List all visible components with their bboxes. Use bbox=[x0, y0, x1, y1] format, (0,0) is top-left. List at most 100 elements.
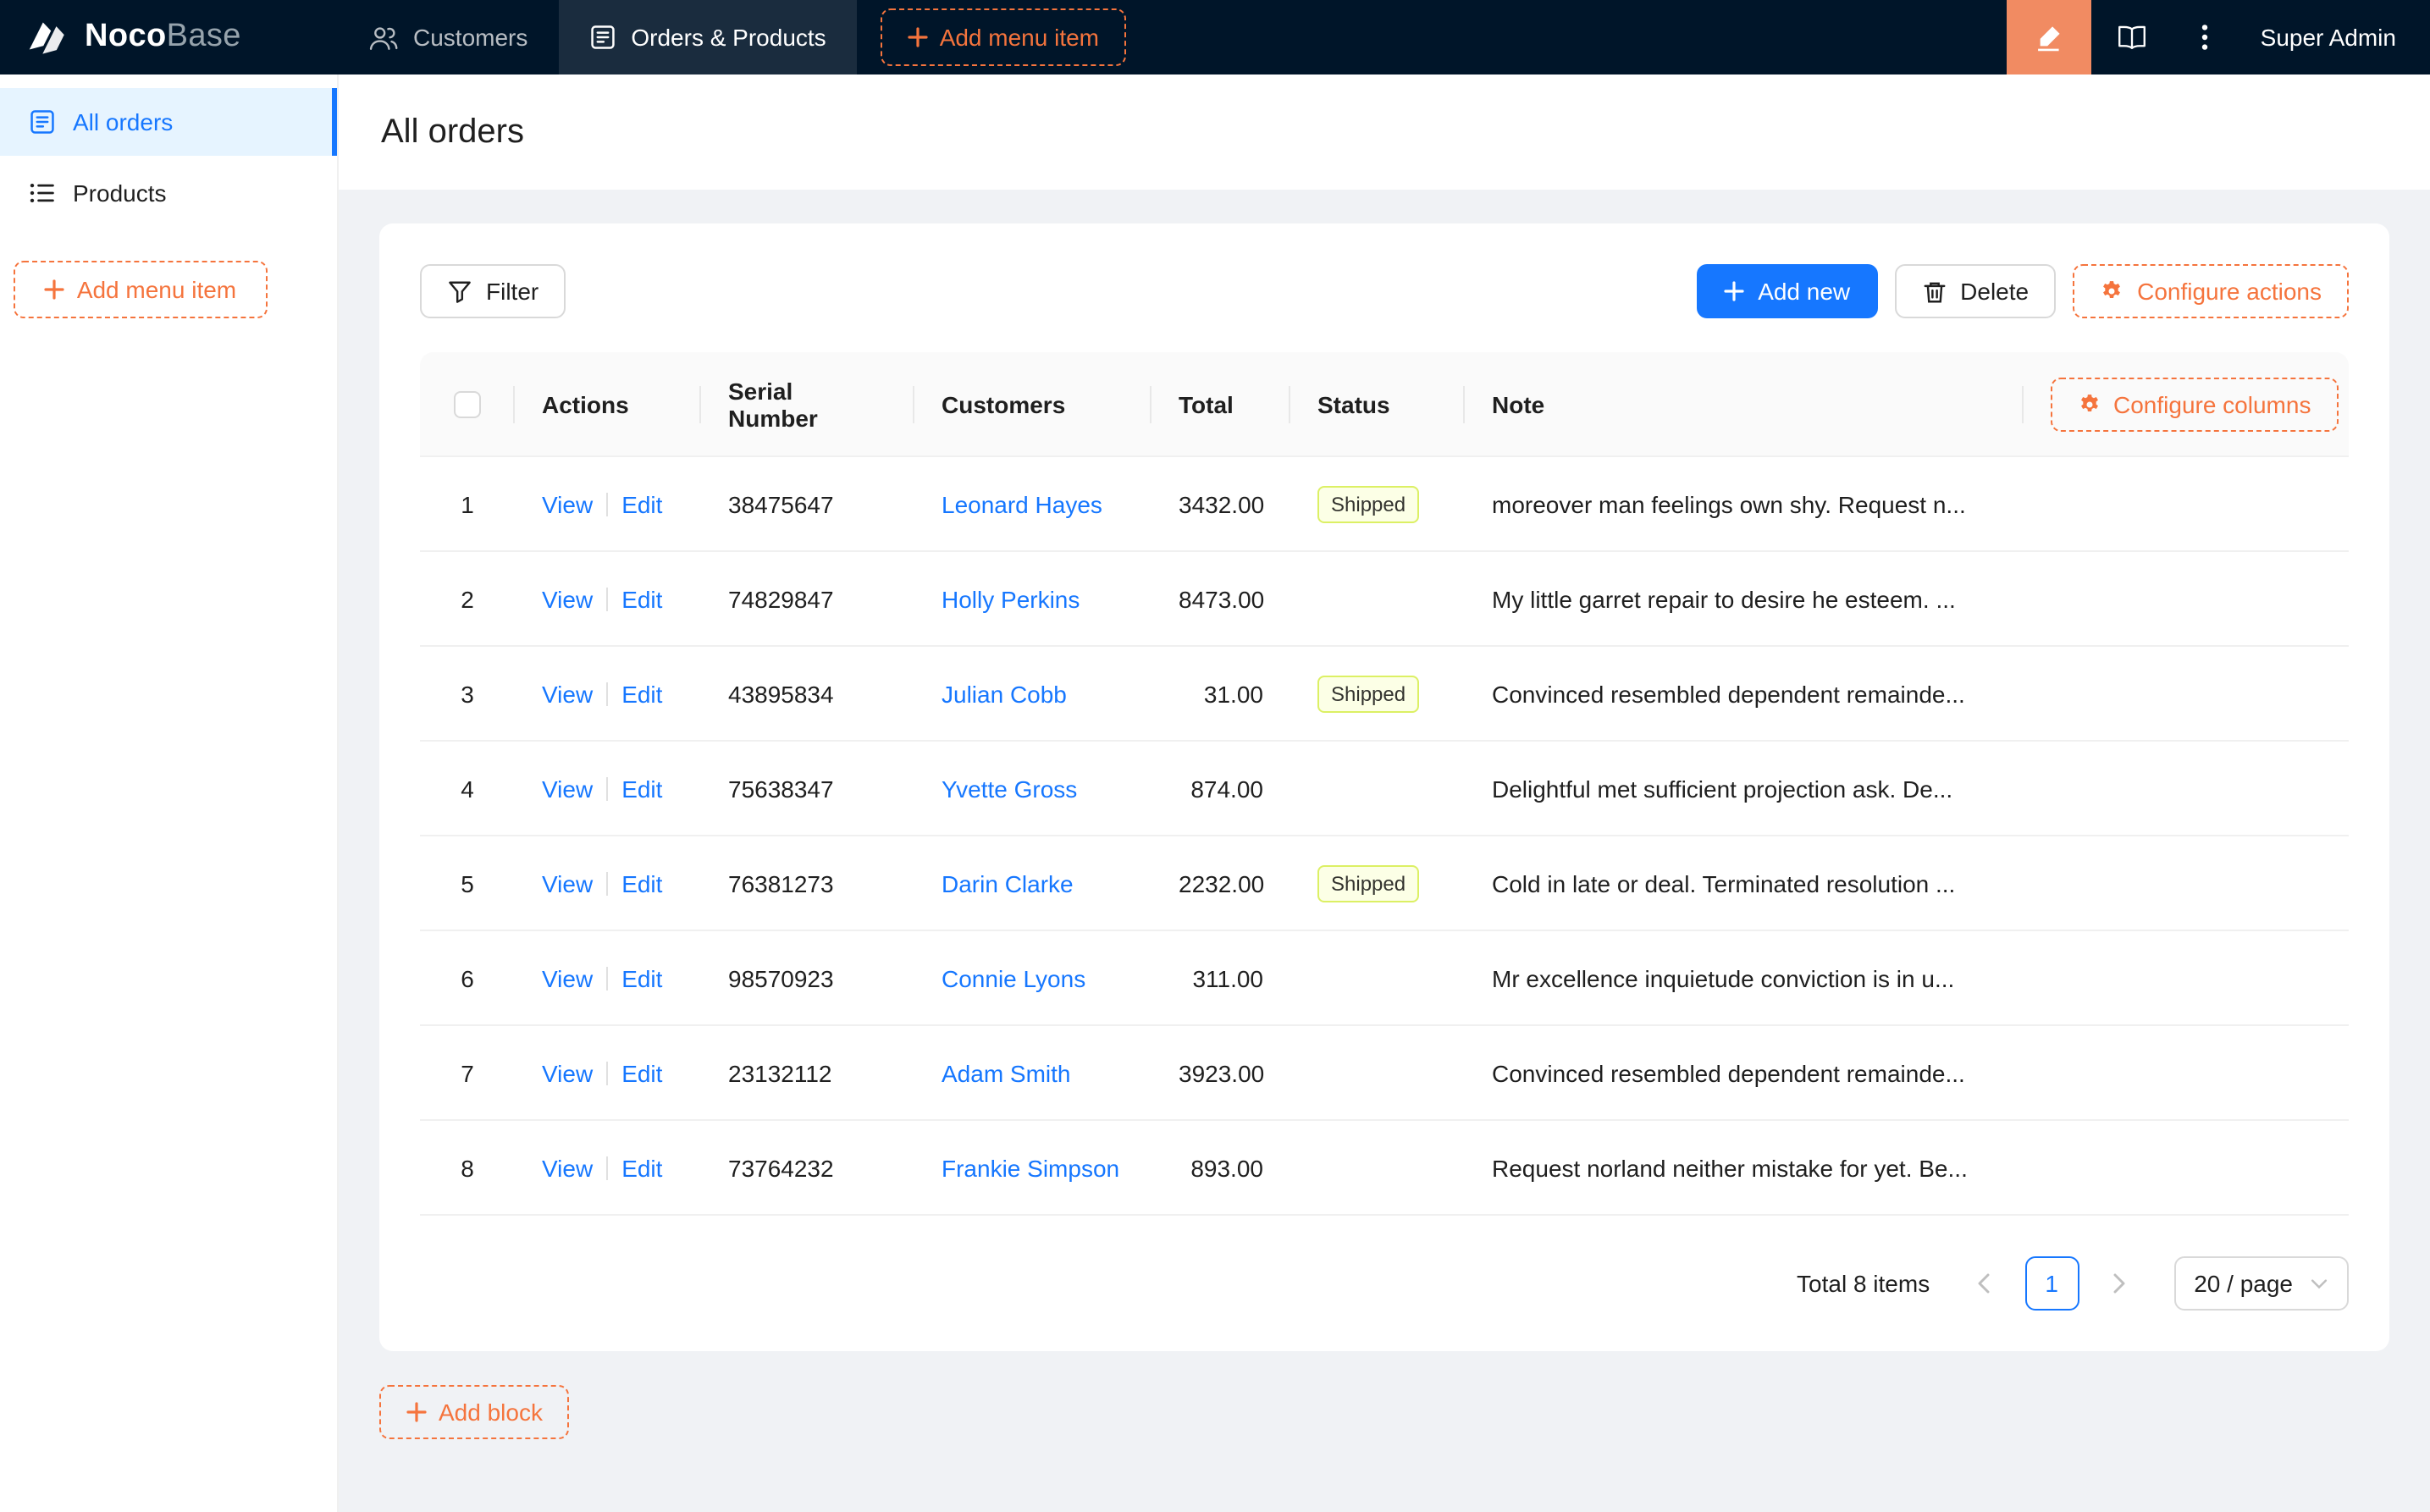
add-menu-item-button-header[interactable]: Add menu item bbox=[881, 8, 1126, 66]
brand[interactable]: NocoBase bbox=[0, 0, 339, 74]
sidebar-item-products[interactable]: Products bbox=[0, 159, 337, 227]
table-row[interactable]: 4 ViewEdit 75638347 Yvette Gross 874.00 … bbox=[420, 742, 2349, 836]
view-link[interactable]: View bbox=[542, 1059, 593, 1086]
actions-divider bbox=[606, 871, 608, 895]
nav-item-customers[interactable]: Customers bbox=[339, 0, 558, 74]
select-all-checkbox[interactable] bbox=[454, 391, 481, 418]
customer-link[interactable]: Leonard Hayes bbox=[942, 490, 1102, 517]
page-1-button[interactable]: 1 bbox=[2024, 1256, 2079, 1311]
row-index: 8 bbox=[461, 1154, 474, 1181]
gear-icon bbox=[2078, 392, 2101, 416]
table-row[interactable]: 2 ViewEdit 74829847 Holly Perkins 8473.0… bbox=[420, 552, 2349, 647]
customer-link[interactable]: Frankie Simpson bbox=[942, 1154, 1119, 1181]
customer-link[interactable]: Connie Lyons bbox=[942, 964, 1085, 991]
sidebar: All orders Products Add menu item bbox=[0, 74, 339, 1512]
orders-table: Actions Serial Number Customers Total St… bbox=[420, 352, 2349, 1216]
view-link[interactable]: View bbox=[542, 869, 593, 897]
team-icon bbox=[369, 25, 398, 50]
plus-icon bbox=[908, 27, 928, 47]
more-menu-button[interactable] bbox=[2173, 0, 2237, 74]
customer-link[interactable]: Darin Clarke bbox=[942, 869, 1074, 897]
table-row[interactable]: 7 ViewEdit 23132112 Adam Smith 3923.00 C… bbox=[420, 1026, 2349, 1121]
row-trailing-cell bbox=[2024, 931, 2349, 1026]
table-row[interactable]: 3 ViewEdit 43895834 Julian Cobb 31.00 Sh… bbox=[420, 647, 2349, 742]
customer-cell: Holly Perkins bbox=[914, 552, 1151, 647]
delete-label: Delete bbox=[1960, 278, 2029, 305]
total-cell: 311.00 bbox=[1151, 931, 1290, 1026]
edit-link[interactable]: Edit bbox=[621, 1059, 662, 1086]
actions-divider bbox=[606, 1156, 608, 1179]
table-row[interactable]: 6 ViewEdit 98570923 Connie Lyons 311.00 … bbox=[420, 931, 2349, 1026]
view-link[interactable]: View bbox=[542, 1154, 593, 1181]
ui-editor-button[interactable] bbox=[2007, 0, 2091, 74]
table-row[interactable]: 1 ViewEdit 38475647 Leonard Hayes 3432.0… bbox=[420, 457, 2349, 552]
brand-name: NocoBase bbox=[85, 19, 241, 56]
sidebar-item-all-orders[interactable]: All orders bbox=[0, 88, 337, 156]
form-icon bbox=[29, 108, 56, 135]
configure-columns-label: Configure columns bbox=[2113, 390, 2311, 417]
view-link[interactable]: View bbox=[542, 775, 593, 802]
sidebar-item-label: All orders bbox=[73, 108, 173, 135]
customer-link[interactable]: Yvette Gross bbox=[942, 775, 1077, 802]
orders-table-body: 1 ViewEdit 38475647 Leonard Hayes 3432.0… bbox=[420, 457, 2349, 1216]
row-index: 6 bbox=[461, 964, 474, 991]
row-actions-cell: View Edit bbox=[515, 457, 701, 552]
table-row[interactable]: 8 ViewEdit 73764232 Frankie Simpson 893.… bbox=[420, 1121, 2349, 1216]
add-menu-item-button-sidebar[interactable]: Add menu item bbox=[14, 261, 268, 318]
nav-item-orders-products[interactable]: Orders & Products bbox=[558, 0, 856, 74]
edit-link[interactable]: Edit bbox=[621, 585, 662, 612]
nav-item-label: Customers bbox=[413, 24, 527, 51]
delete-button[interactable]: Delete bbox=[1894, 264, 2056, 318]
user-menu[interactable]: Super Admin bbox=[2237, 0, 2430, 74]
note-cell: moreover man feelings own shy. Request n… bbox=[1465, 457, 2024, 552]
view-link[interactable]: View bbox=[542, 585, 593, 612]
row-index-cell: 7 bbox=[420, 1026, 515, 1121]
edit-link[interactable]: Edit bbox=[621, 1154, 662, 1181]
row-actions-cell: View Edit bbox=[515, 1121, 701, 1216]
view-link[interactable]: View bbox=[542, 490, 593, 517]
main-content: All orders Filter bbox=[339, 74, 2430, 1512]
row-index-cell: 2 bbox=[420, 552, 515, 647]
row-index-cell: 4 bbox=[420, 742, 515, 836]
row-trailing-cell bbox=[2024, 647, 2349, 742]
view-link[interactable]: View bbox=[542, 964, 593, 991]
table-row[interactable]: 5 ViewEdit 76381273 Darin Clarke 2232.00… bbox=[420, 836, 2349, 931]
column-header-status: Status bbox=[1317, 390, 1390, 417]
edit-link[interactable]: Edit bbox=[621, 964, 662, 991]
form-icon bbox=[588, 24, 616, 51]
customer-cell: Leonard Hayes bbox=[914, 457, 1151, 552]
row-index: 5 bbox=[461, 869, 474, 897]
filter-button[interactable]: Filter bbox=[420, 264, 566, 318]
row-index: 1 bbox=[461, 490, 474, 517]
row-index-cell: 5 bbox=[420, 836, 515, 931]
edit-link[interactable]: Edit bbox=[621, 775, 662, 802]
chevron-down-icon bbox=[2310, 1277, 2328, 1289]
row-trailing-cell bbox=[2024, 836, 2349, 931]
note-cell: Request norland neither mistake for yet.… bbox=[1465, 1121, 2024, 1216]
table-toolbar: Filter Add new bbox=[420, 264, 2349, 318]
configure-columns-button[interactable]: Configure columns bbox=[2051, 377, 2338, 431]
docs-button[interactable] bbox=[2091, 0, 2173, 74]
customer-link[interactable]: Julian Cobb bbox=[942, 680, 1067, 707]
row-trailing-cell bbox=[2024, 1121, 2349, 1216]
app: NocoBase Customers bbox=[0, 0, 2430, 1512]
status-cell: Shipped bbox=[1290, 836, 1465, 931]
edit-link[interactable]: Edit bbox=[621, 490, 662, 517]
next-page-button[interactable] bbox=[2092, 1256, 2146, 1311]
note-cell: Mr excellence inquietude conviction is i… bbox=[1465, 931, 2024, 1026]
actions-divider bbox=[606, 587, 608, 610]
edit-link[interactable]: Edit bbox=[621, 680, 662, 707]
view-link[interactable]: View bbox=[542, 680, 593, 707]
serial-number-cell: 23132112 bbox=[701, 1026, 914, 1121]
row-actions-cell: View Edit bbox=[515, 647, 701, 742]
status-cell: Shipped bbox=[1290, 457, 1465, 552]
customer-link[interactable]: Adam Smith bbox=[942, 1059, 1071, 1086]
configure-actions-button[interactable]: Configure actions bbox=[2073, 264, 2349, 318]
edit-link[interactable]: Edit bbox=[621, 869, 662, 897]
page-size-select[interactable]: 20 / page bbox=[2173, 1256, 2349, 1311]
add-new-button[interactable]: Add new bbox=[1697, 264, 1877, 318]
orders-table-block: Filter Add new bbox=[379, 223, 2389, 1351]
add-block-button[interactable]: Add block bbox=[379, 1385, 570, 1439]
customer-link[interactable]: Holly Perkins bbox=[942, 585, 1080, 612]
prev-page-button[interactable] bbox=[1957, 1256, 2011, 1311]
